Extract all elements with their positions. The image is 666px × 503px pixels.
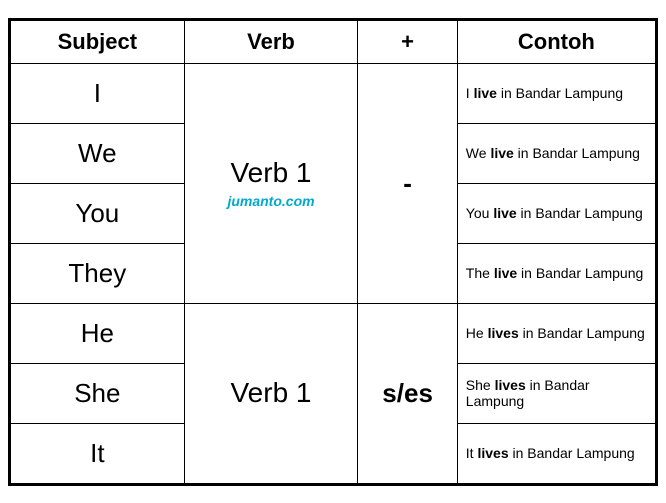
contoh-we: We live in Bandar Lampung xyxy=(457,123,655,183)
subject-it: It xyxy=(11,423,185,483)
contoh-she: She lives in Bandar Lampung xyxy=(457,363,655,423)
subject-she: She xyxy=(11,363,185,423)
verb-1-ses-group: Verb 1 xyxy=(184,303,358,483)
subject-we: We xyxy=(11,123,185,183)
contoh-i: I live in Bandar Lampung xyxy=(457,63,655,123)
header-subject: Subject xyxy=(11,20,185,63)
subject-they: They xyxy=(11,243,185,303)
subject-he: He xyxy=(11,303,185,363)
header-contoh: Contoh xyxy=(457,20,655,63)
contoh-they: The live in Bandar Lampung xyxy=(457,243,655,303)
table-row: I Verb 1 jumanto.com - I live in Bandar … xyxy=(11,63,656,123)
verb-1-group: Verb 1 jumanto.com xyxy=(184,63,358,303)
header-plus: + xyxy=(358,20,457,63)
header-verb: Verb xyxy=(184,20,358,63)
brand-label: jumanto.com xyxy=(191,193,352,209)
subject-i: I xyxy=(11,63,185,123)
plus-minus: - xyxy=(358,63,457,303)
contoh-you: You live in Bandar Lampung xyxy=(457,183,655,243)
contoh-it: It lives in Bandar Lampung xyxy=(457,423,655,483)
subject-you: You xyxy=(11,183,185,243)
grammar-table: Subject Verb + Contoh I Verb 1 jumanto.c… xyxy=(8,18,658,486)
table-row: He Verb 1 s/es He lives in Bandar Lampun… xyxy=(11,303,656,363)
plus-ses: s/es xyxy=(358,303,457,483)
contoh-he: He lives in Bandar Lampung xyxy=(457,303,655,363)
